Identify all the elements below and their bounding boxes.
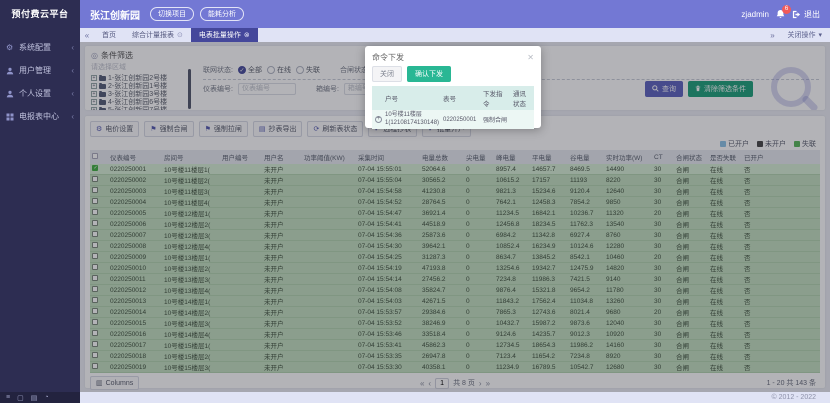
project-title: 张江创新园 [90,7,140,22]
sidebar-item-3[interactable]: 电报表中心 ‹ [0,105,80,128]
notifications-button[interactable]: 6 [776,9,785,19]
sidebar-menu: ⚙ 系统配置 ‹ 用户管理 ‹ 个人设置 ‹ 电报表中心 ‹ [0,36,80,128]
tab-2[interactable]: 电表批量操作 ⊗ [191,28,258,42]
copyright: © 2012 - 2022 [772,394,816,401]
sidebar-item-label: 个人设置 [19,88,51,99]
close-operations-dropdown[interactable]: 关闭操作 ▾ [779,28,830,42]
brand-logo: 预付费云平台 [0,0,80,28]
dialog-column-header: 户号 [382,86,440,110]
command-row: + 10号楼11楼层 1(12108174130148) 0220250001 … [372,110,534,129]
command-dialog: 命令下发 ✕ 关闭 确认下发 户号表号下发指令通讯状态 + 10号楼11楼层 [365,46,541,128]
page-footer: © 2012 - 2022 [80,392,830,403]
command-cell: 强制合闸 [480,110,510,129]
notification-badge: 6 [782,5,791,14]
users-icon [6,67,15,75]
chevron-left-icon: ‹ [71,66,74,75]
grid-icon [6,113,15,121]
close-icon[interactable]: ✕ [527,53,534,62]
logout-icon [792,10,801,19]
sidebar-item-label: 用户管理 [19,65,51,76]
monitor-icon[interactable]: ▢ [17,394,24,402]
status-cell [510,110,534,129]
username: zjadmin [741,10,769,19]
chevron-left-icon: ‹ [71,43,74,52]
content-area: ◎ 条件筛选 请选择区域 + 1-张江创新园2号楼 + 2-张江创新园1号楼 +… [80,42,830,392]
tab-close-icon[interactable]: ⊙ [177,31,183,39]
logout-button[interactable]: 退出 [792,9,820,20]
meter-cell: 0220250001 [440,110,480,129]
sidebar-item-0[interactable]: ⚙ 系统配置 ‹ [0,36,80,59]
chevron-down-icon: ▾ [818,31,822,39]
taskbar: ≡ ▢ ▤ ◔ [0,392,80,403]
tab-0[interactable]: 首页 [94,28,124,42]
dialog-close-button[interactable]: 关闭 [372,66,402,82]
sidebar-item-2[interactable]: 个人设置 ‹ [0,82,80,105]
expand-row-icon[interactable]: + [375,116,382,123]
switch-project-button[interactable]: 切换项目 [150,7,194,21]
screen: 预付费云平台 ⚙ 系统配置 ‹ 用户管理 ‹ 个人设置 ‹ 电报表中心 ‹ ≡ … [0,0,830,403]
tabs: 首页 综合计量报表 ⊙ 电表批量操作 ⊗ [94,28,258,42]
gear-icon: ⚙ [6,43,15,52]
dialog-column-header: 通讯状态 [510,86,534,110]
tab-1[interactable]: 综合计量报表 ⊙ [124,28,191,42]
sidebar-item-1[interactable]: 用户管理 ‹ [0,59,80,82]
clock-icon[interactable]: ◔ [44,394,48,401]
dialog-confirm-button[interactable]: 确认下发 [407,66,451,82]
chevron-left-icon: ‹ [71,112,74,121]
dialog-title: 命令下发 [372,52,404,63]
tab-bar: « 首页 综合计量报表 ⊙ 电表批量操作 ⊗ » 关闭操作 ▾ [80,28,830,42]
account-cell: 10号楼11楼层 1(12108174130148) [382,110,440,129]
sidebar: 预付费云平台 ⚙ 系统配置 ‹ 用户管理 ‹ 个人设置 ‹ 电报表中心 ‹ ≡ … [0,0,80,403]
tabs-scroll-right-icon[interactable]: » [765,28,779,42]
energy-analysis-button[interactable]: 能耗分析 [200,7,244,21]
profile-icon [6,90,15,98]
dialog-column-header: 表号 [440,86,480,110]
menu-icon[interactable]: ≡ [6,394,10,401]
sidebar-item-label: 电报表中心 [19,111,59,122]
chevron-left-icon: ‹ [71,89,74,98]
tabs-scroll-left-icon[interactable]: « [80,28,94,42]
report-icon[interactable]: ▤ [31,394,38,402]
dialog-column-header: 下发指令 [480,86,510,110]
tab-close-icon[interactable]: ⊗ [244,31,250,39]
main-column: 张江创新园 切换项目 能耗分析 zjadmin 6 退出 « 首页 综合计量报表 [80,0,830,403]
command-table: 户号表号下发指令通讯状态 + 10号楼11楼层 1(12108174130148… [372,86,534,129]
top-header: 张江创新园 切换项目 能耗分析 zjadmin 6 退出 [80,0,830,28]
sidebar-item-label: 系统配置 [19,42,51,53]
